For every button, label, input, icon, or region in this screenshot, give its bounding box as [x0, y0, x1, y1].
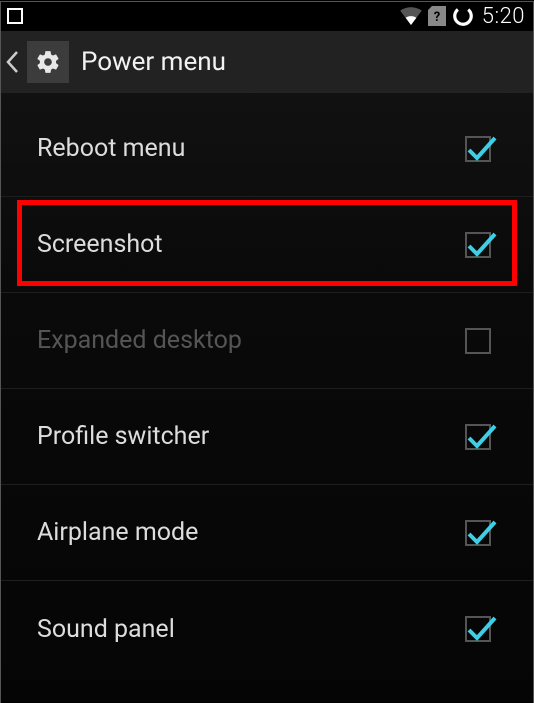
checkbox[interactable]	[465, 520, 491, 546]
wifi-icon	[400, 7, 422, 25]
checkbox[interactable]	[465, 232, 491, 258]
list-item-label: Profile switcher	[37, 422, 209, 451]
list-item: Expanded desktop	[1, 293, 533, 389]
check-icon	[465, 131, 499, 165]
gear-icon	[35, 49, 61, 75]
action-bar: Power menu	[1, 31, 533, 93]
check-icon	[465, 227, 499, 261]
list-item[interactable]: Sound panel	[1, 581, 533, 677]
list-item-label: Screenshot	[37, 230, 163, 259]
checkbox[interactable]	[465, 616, 491, 642]
list-item-label: Expanded desktop	[37, 326, 242, 355]
no-sim-icon: ?	[428, 6, 446, 26]
screen: ? 5:20 Power menu Reboot menuScre	[1, 1, 533, 702]
list-item[interactable]: Airplane mode	[1, 485, 533, 581]
checkbox[interactable]	[465, 424, 491, 450]
check-icon	[465, 515, 499, 549]
page-title: Power menu	[81, 47, 226, 77]
list-item-label: Airplane mode	[37, 518, 198, 547]
list-item[interactable]: Profile switcher	[1, 389, 533, 485]
check-icon	[465, 419, 499, 453]
checkbox	[465, 328, 491, 354]
settings-app-icon[interactable]	[27, 41, 69, 83]
status-clock: 5:20	[482, 4, 525, 29]
settings-list: Reboot menu Screenshot Expanded desktop Pro…	[1, 93, 533, 702]
checkbox[interactable]	[465, 136, 491, 162]
back-button[interactable]	[5, 50, 19, 74]
list-item-label: Sound panel	[37, 615, 175, 644]
svg-text:?: ?	[434, 10, 440, 25]
list-item-label: Reboot menu	[37, 134, 185, 163]
app-square-icon	[7, 8, 23, 24]
list-item[interactable]: Reboot menu	[1, 101, 533, 197]
loading-ring-icon	[452, 5, 474, 27]
check-icon	[465, 611, 499, 645]
checkbox-box-icon	[465, 328, 491, 354]
list-item[interactable]: Screenshot	[1, 197, 533, 293]
status-bar: ? 5:20	[1, 1, 533, 31]
